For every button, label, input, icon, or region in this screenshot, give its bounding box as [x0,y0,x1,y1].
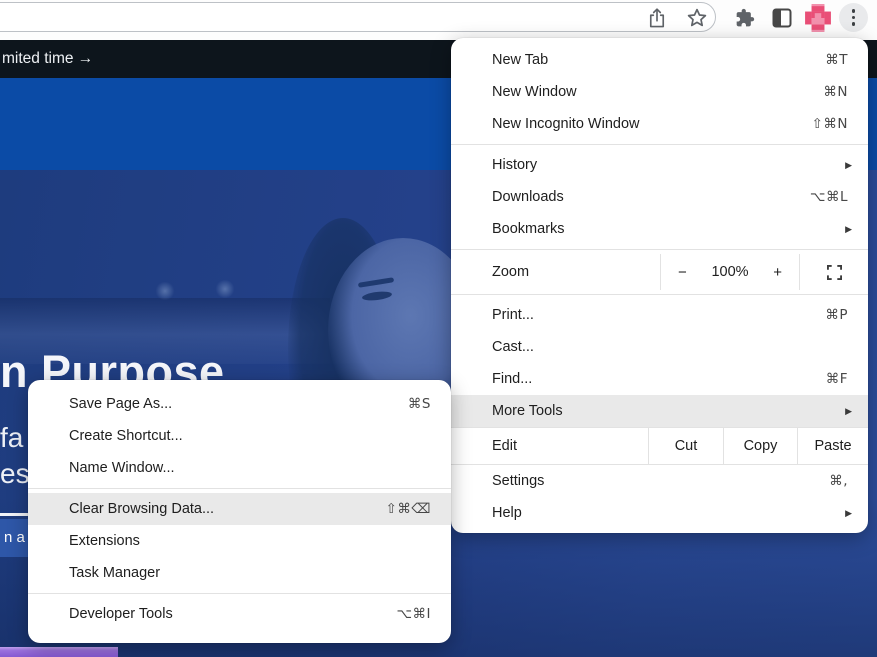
menu-item-more-tools[interactable]: More Tools▶ [451,395,868,427]
menu-separator [451,144,868,145]
pink-extension-icon[interactable] [804,3,832,33]
menu-item-label: New Window [492,84,823,100]
purple-accent-bar [0,647,118,657]
menu-item-extensions[interactable]: Extensions [28,525,451,557]
menu-item-history[interactable]: History▶ [451,149,868,181]
menu-item-label: New Tab [492,52,825,68]
submenu-arrow-icon: ▶ [845,224,852,235]
menu-item-label: New Incognito Window [492,116,812,132]
menu-item-label: Bookmarks [492,221,845,237]
menu-item-save-page-as[interactable]: Save Page As...⌘S [28,388,451,420]
menu-item-label: More Tools [492,403,845,419]
menu-item-label: Create Shortcut... [69,428,431,444]
menu-item-help[interactable]: Help▶ [451,497,868,529]
zoom-label: Zoom [451,254,660,290]
hero-text-line-3: es [0,458,30,490]
bookmark-star-icon[interactable] [684,5,710,31]
menu-item-label: Cast... [492,339,848,355]
menu-item-label: Save Page As... [69,396,408,412]
hero-text-line-2: fa [0,422,23,454]
paste-button[interactable]: Paste [797,428,868,464]
zoom-controls: − 100% + [660,254,799,290]
fullscreen-button[interactable] [799,254,868,290]
menu-item-label: Developer Tools [69,606,396,622]
menu-item-shortcut: ⌘S [408,396,431,412]
menu-separator [28,593,451,594]
photo-light-dot [155,282,175,300]
menu-item-new-tab[interactable]: New Tab⌘T [451,44,868,76]
menu-item-print[interactable]: Print...⌘P [451,299,868,331]
submenu-arrow-icon: ▶ [845,508,852,519]
address-bar[interactable] [0,2,716,32]
menu-item-label: Help [492,505,845,521]
menu-item-shortcut: ⌥⌘L [810,189,848,205]
menu-item-name-window[interactable]: Name Window... [28,452,451,484]
menu-item-downloads[interactable]: Downloads⌥⌘L [451,181,868,213]
menu-separator [451,294,868,295]
menu-item-zoom: Zoom− 100% + [451,254,868,290]
promo-banner-text: mited time → [2,50,93,67]
menu-item-label: Settings [492,473,829,489]
menu-item-new-window[interactable]: New Window⌘N [451,76,868,108]
menu-item-shortcut: ⌥⌘I [396,606,431,622]
submenu-arrow-icon: ▶ [845,406,852,417]
share-icon[interactable] [646,6,668,30]
browser-window: mited time → n Purpose fa es n a w [0,0,877,657]
extensions-puzzle-icon[interactable] [734,7,756,29]
edit-label: Edit [451,428,648,464]
menu-item-new-incognito-window[interactable]: New Incognito Window⇧⌘N [451,108,868,140]
menu-item-shortcut: ⌘N [823,84,848,100]
menu-item-label: Clear Browsing Data... [69,501,386,517]
zoom-in-button[interactable]: + [771,264,784,281]
menu-separator [28,488,451,489]
menu-item-label: Find... [492,371,826,387]
menu-dots-icon[interactable] [839,3,868,32]
menu-item-shortcut: ⌘T [825,52,848,68]
menu-item-shortcut: ⌘F [826,371,848,387]
menu-item-label: Extensions [69,533,431,549]
menu-item-shortcut: ⌘P [825,307,848,323]
menu-item-edit: EditCutCopyPaste [451,427,868,465]
menu-item-cast[interactable]: Cast... [451,331,868,363]
menu-separator [451,249,868,250]
cut-button[interactable]: Cut [648,428,723,464]
submenu-arrow-icon: ▶ [845,160,852,171]
menu-item-bookmarks[interactable]: Bookmarks▶ [451,213,868,245]
browser-toolbar [0,0,877,40]
menu-item-shortcut: ⌘, [829,473,848,489]
menu-item-label: Name Window... [69,460,431,476]
zoom-out-button[interactable]: − [676,264,689,281]
menu-item-label: Task Manager [69,565,431,581]
zoom-level-value: 100% [711,264,748,280]
menu-item-shortcut: ⇧⌘N [812,116,848,132]
menu-item-label: Print... [492,307,825,323]
menu-item-task-manager[interactable]: Task Manager [28,557,451,589]
menu-item-label: Downloads [492,189,810,205]
menu-item-create-shortcut[interactable]: Create Shortcut... [28,420,451,452]
more-tools-submenu: Save Page As...⌘S Create Shortcut... Name … [28,380,451,643]
menu-item-settings[interactable]: Settings⌘, [451,465,868,497]
copy-button[interactable]: Copy [723,428,797,464]
side-panel-icon[interactable] [771,7,793,29]
menu-item-shortcut: ⇧⌘⌫ [386,501,431,517]
menu-item-find[interactable]: Find...⌘F [451,363,868,395]
chrome-menu: New Tab⌘TNew Window⌘NNew Incognito Windo… [451,38,868,533]
menu-item-developer-tools[interactable]: Developer Tools⌥⌘I [28,598,451,630]
menu-item-clear-browsing-data[interactable]: Clear Browsing Data...⇧⌘⌫ [28,493,451,525]
photo-light-dot [215,280,235,298]
menu-item-label: History [492,157,845,173]
